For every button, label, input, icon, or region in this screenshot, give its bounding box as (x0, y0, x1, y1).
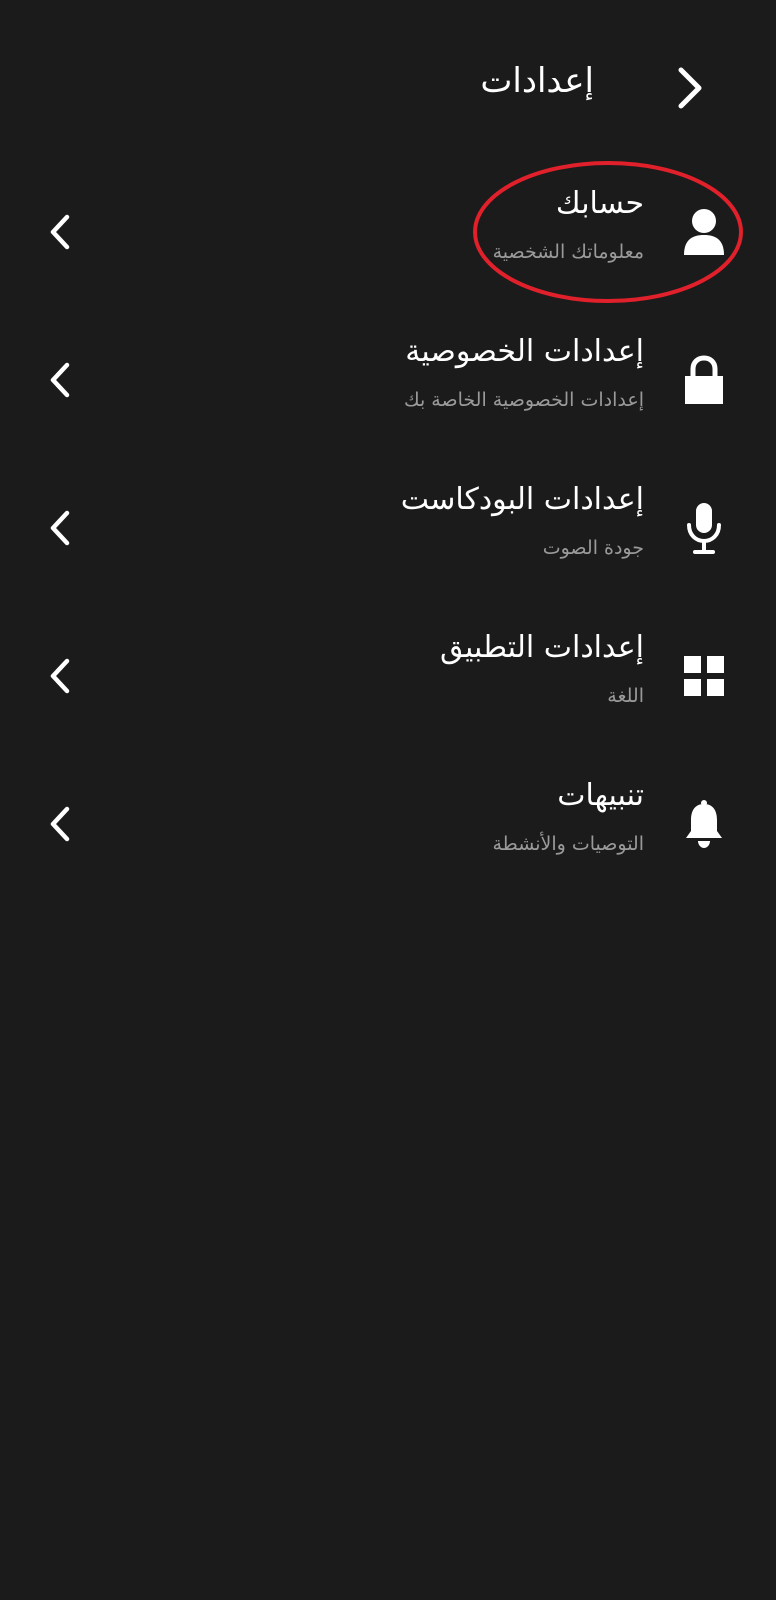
item-title: إعدادات الخصوصية (405, 334, 644, 369)
chevron-left-icon (38, 506, 82, 550)
chevron-left-icon (38, 358, 82, 402)
item-icon-container (674, 498, 734, 558)
lock-icon (685, 355, 723, 404)
item-subtitle: اللغة (607, 685, 644, 707)
item-subtitle: التوصيات والأنشطة (492, 833, 645, 855)
bell-icon (686, 800, 722, 848)
chevron-left-icon (38, 654, 82, 698)
settings-item-account[interactable]: حسابك معلوماتك الشخصية (0, 158, 776, 306)
header: إعدادات (0, 0, 776, 165)
item-title: حسابك (555, 186, 644, 221)
item-subtitle: معلوماتك الشخصية (492, 241, 644, 263)
settings-item-podcast[interactable]: إعدادات البودكاست جودة الصوت (0, 454, 776, 602)
item-title: إعدادات التطبيق (439, 630, 644, 665)
item-subtitle: إعدادات الخصوصية الخاصة بك (403, 389, 644, 411)
chevron-right-icon (678, 67, 702, 109)
item-icon-container (674, 794, 734, 854)
page-title: إعدادات (480, 61, 594, 101)
chevron-left-icon (38, 210, 82, 254)
settings-item-privacy[interactable]: إعدادات الخصوصية إعدادات الخصوصية الخاصة… (0, 306, 776, 454)
item-title: تنبيهات (557, 778, 644, 813)
item-icon-container (674, 202, 734, 262)
item-icon-container (674, 350, 734, 410)
back-button[interactable] (662, 60, 718, 116)
item-icon-container (674, 646, 734, 706)
item-subtitle: جودة الصوت (542, 537, 644, 559)
person-icon (684, 209, 724, 255)
settings-item-app[interactable]: إعدادات التطبيق اللغة (0, 602, 776, 750)
settings-screen: إعدادات حسابك معلوماتك الشخصية إعدادات ا… (0, 0, 776, 1600)
grid-icon (684, 656, 724, 696)
item-title: إعدادات البودكاست (400, 482, 644, 517)
microphone-icon (687, 503, 721, 554)
settings-item-notifications[interactable]: تنبيهات التوصيات والأنشطة (0, 750, 776, 898)
chevron-left-icon (38, 802, 82, 846)
